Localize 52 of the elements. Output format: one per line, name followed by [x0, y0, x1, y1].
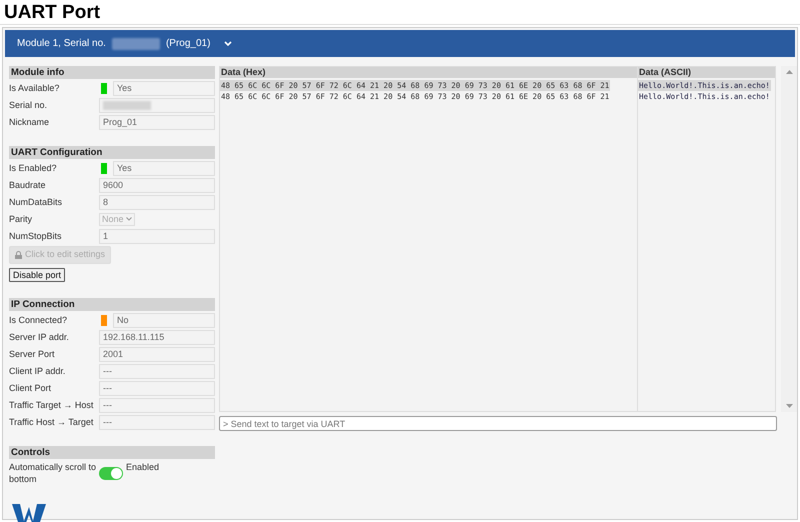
field-label: Baudrate — [9, 180, 47, 190]
section-header: Controls — [9, 446, 215, 459]
field-label: Client Port — [9, 382, 52, 394]
field-label: Server IP addr. — [9, 332, 70, 342]
scrollbar[interactable] — [781, 66, 797, 412]
section-header: Module info — [9, 66, 215, 79]
value-field: 2001 — [99, 346, 215, 362]
value-field: Yes — [113, 160, 215, 176]
scroll-up-icon[interactable] — [786, 70, 792, 74]
toggle-switch[interactable] — [99, 466, 123, 480]
caret-icon — [126, 217, 132, 221]
value-field: 1 — [99, 228, 215, 244]
lock-icon — [15, 251, 22, 259]
field-label: NumDataBits — [9, 196, 64, 208]
value-field: 9600 — [99, 178, 215, 192]
logo-icon — [12, 503, 46, 522]
field-label: Server Port — [9, 348, 56, 360]
column-header: Data (Hex) — [220, 67, 637, 78]
field-label: Nickname — [9, 116, 50, 128]
send-text-field[interactable]: > Send text to target via UART — [219, 416, 777, 431]
field-label: Serial no. — [9, 100, 48, 110]
value-field: No — [113, 312, 215, 328]
value-field: 192.168.11.115 — [99, 330, 215, 344]
section-header: IP Connection — [9, 298, 215, 311]
value-field: Yes — [113, 80, 215, 96]
field-label: NumStopBits — [9, 230, 63, 242]
field-label: Is Enabled? — [9, 162, 58, 174]
blurred-serial — [112, 38, 160, 50]
field-label: Is Available? — [9, 82, 60, 94]
field-label: Traffic Target → Host — [9, 400, 94, 410]
value-field: --- — [99, 364, 215, 378]
field-label: Automatically scroll to bottom — [9, 461, 97, 485]
section-header: UART Configuration — [9, 146, 215, 159]
column-header: Data (ASCII) — [638, 67, 775, 78]
field-label: Is Connected? — [9, 314, 68, 326]
disable-port-button[interactable]: Disable port — [9, 268, 66, 282]
chevron-icon[interactable] — [224, 40, 232, 46]
field-label: Traffic Host → Target — [9, 416, 94, 428]
toggle-label: Enabled — [126, 461, 160, 474]
scroll-down-icon[interactable] — [786, 404, 792, 408]
module-label: Module 1, Serial no. — [17, 37, 106, 51]
value-field: Prog_01 — [99, 114, 215, 130]
field-label: Client IP addr. — [9, 366, 66, 376]
blurred-serial — [103, 100, 151, 110]
module-bar[interactable]: Module 1, Serial no. (Prog_01) — [5, 30, 795, 57]
field-label: Parity — [9, 214, 34, 224]
value-field: --- — [99, 398, 215, 412]
value-field: --- — [99, 380, 215, 396]
value-field: 8 — [99, 194, 215, 210]
value-field: --- — [99, 414, 215, 430]
page-title: UART Port — [4, 2, 100, 22]
module-nickname: (Prog_01) — [166, 37, 210, 51]
